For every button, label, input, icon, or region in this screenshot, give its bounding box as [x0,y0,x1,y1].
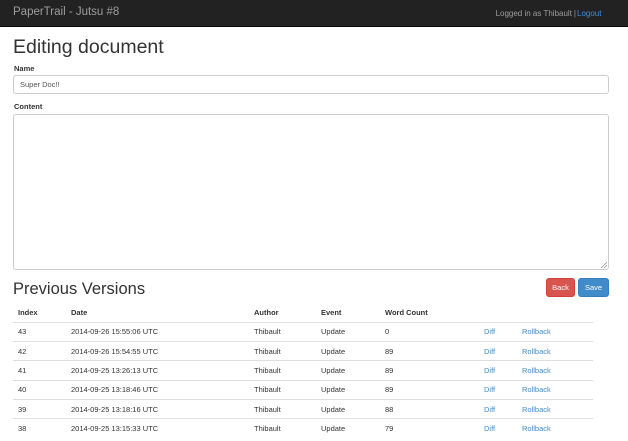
diff-link[interactable]: Diff [484,405,495,414]
cell-index: 40 [13,379,66,400]
cell-date: 2014-09-26 15:55:06 UTC [71,327,159,337]
cell-event: Update [316,418,380,439]
page-title: Editing document [13,36,164,58]
cell-rollback: Rollback [517,360,593,381]
table-row: 43 2014-09-26 15:55:06 UTC Thibault Upda… [13,322,593,341]
cell-date: 2014-09-25 13:15:33 UTC [66,418,249,439]
cell-author: Thibault [249,399,316,419]
cell-word-count: 79 [380,418,479,439]
column-header-date: Date [66,304,249,323]
cell-word-count: 89 [380,379,479,400]
name-label: Name [14,64,35,73]
cell-index: 39 [13,399,66,419]
content-label: Content [14,102,43,111]
column-header-event: Event [316,304,380,323]
rollback-link[interactable]: Rollback [522,366,551,375]
cell-event: Update [321,327,346,337]
diff-link[interactable]: Diff [484,385,495,394]
cell-diff: Diff [479,360,517,381]
cell-author: Thibault [249,418,316,439]
cell-event: Update [316,340,380,361]
cell-index: 43 [18,327,27,337]
resize-handle-icon[interactable] [600,261,607,268]
cell-date: 2014-09-25 13:18:16 UTC [66,399,249,419]
rollback-link[interactable]: Rollback [522,347,551,356]
cell-diff: Diff [479,340,517,361]
nav-separator: | [573,9,576,18]
column-header-diff [479,304,517,323]
cell-event: Update [316,399,380,419]
cell-event: Update [316,360,380,381]
column-header-rollback [517,304,593,323]
column-header-word-count: Word Count [380,304,479,323]
cell-diff: Diff [479,418,517,439]
cell-word-count: 89 [380,340,479,361]
cell-index: 38 [13,418,66,439]
column-header-index: Index [13,304,66,323]
cell-word-count: 88 [380,399,479,419]
diff-link[interactable]: Diff [484,424,495,433]
rollback-link[interactable]: Rollback [522,385,551,394]
brand-link[interactable]: PaperTrail - Jutsu #8 [13,6,119,18]
cell-rollback: Rollback [517,399,593,419]
rollback-link[interactable]: Rollback [522,424,551,433]
cell-author: Thibault [249,340,316,361]
cell-date: 2014-09-25 13:18:46 UTC [66,379,249,400]
cell-word-count: 0 [385,327,390,337]
table-row: 39 2014-09-25 13:18:16 UTC Thibault Upda… [13,399,593,419]
logged-in-text: Logged in as Thibault [495,9,572,18]
cell-diff: Diff [479,399,517,419]
table-row: 38 2014-09-25 13:15:33 UTC Thibault Upda… [13,418,593,439]
versions-table: Index Date Author Event Word Count 43 20… [13,304,593,439]
cell-author: Thibault [249,379,316,400]
navbar: PaperTrail - Jutsu #8 Logged in as Thiba… [0,0,628,27]
rollback-link[interactable]: Rollback [522,327,551,336]
back-button[interactable]: Back [546,278,575,297]
cell-rollback: Rollback [517,322,593,341]
save-button[interactable]: Save [578,278,609,297]
table-row: 42 2014-09-26 15:54:55 UTC Thibault Upda… [13,340,593,361]
cell-index: 41 [13,360,66,381]
cell-date: 2014-09-25 13:26:13 UTC [66,360,249,381]
content-textarea[interactable] [13,114,609,270]
table-row: 40 2014-09-25 13:18:46 UTC Thibault Upda… [13,379,593,400]
diff-link[interactable]: Diff [484,366,495,375]
diff-link[interactable]: Diff [484,347,495,356]
cell-rollback: Rollback [517,379,593,400]
cell-diff: Diff [479,322,517,341]
table-header-row: Index Date Author Event Word Count [13,304,593,323]
cell-index: 42 [13,340,66,361]
logout-link[interactable]: Logout [577,9,601,18]
cell-rollback: Rollback [517,418,593,439]
cell-date: 2014-09-26 15:54:55 UTC [66,340,249,361]
cell-author: Thibault [249,360,316,381]
cell-author: Thibault [254,327,281,337]
name-input[interactable] [13,75,609,94]
previous-versions-title: Previous Versions [13,280,146,298]
cell-rollback: Rollback [517,340,593,361]
cell-diff: Diff [479,379,517,400]
table-row: 41 2014-09-25 13:26:13 UTC Thibault Upda… [13,360,593,381]
logged-in-status: Logged in as Thibault | [496,9,578,18]
column-header-author: Author [249,304,316,323]
rollback-link[interactable]: Rollback [522,405,551,414]
cell-word-count: 89 [380,360,479,381]
cell-event: Update [316,379,380,400]
diff-link[interactable]: Diff [484,327,495,336]
